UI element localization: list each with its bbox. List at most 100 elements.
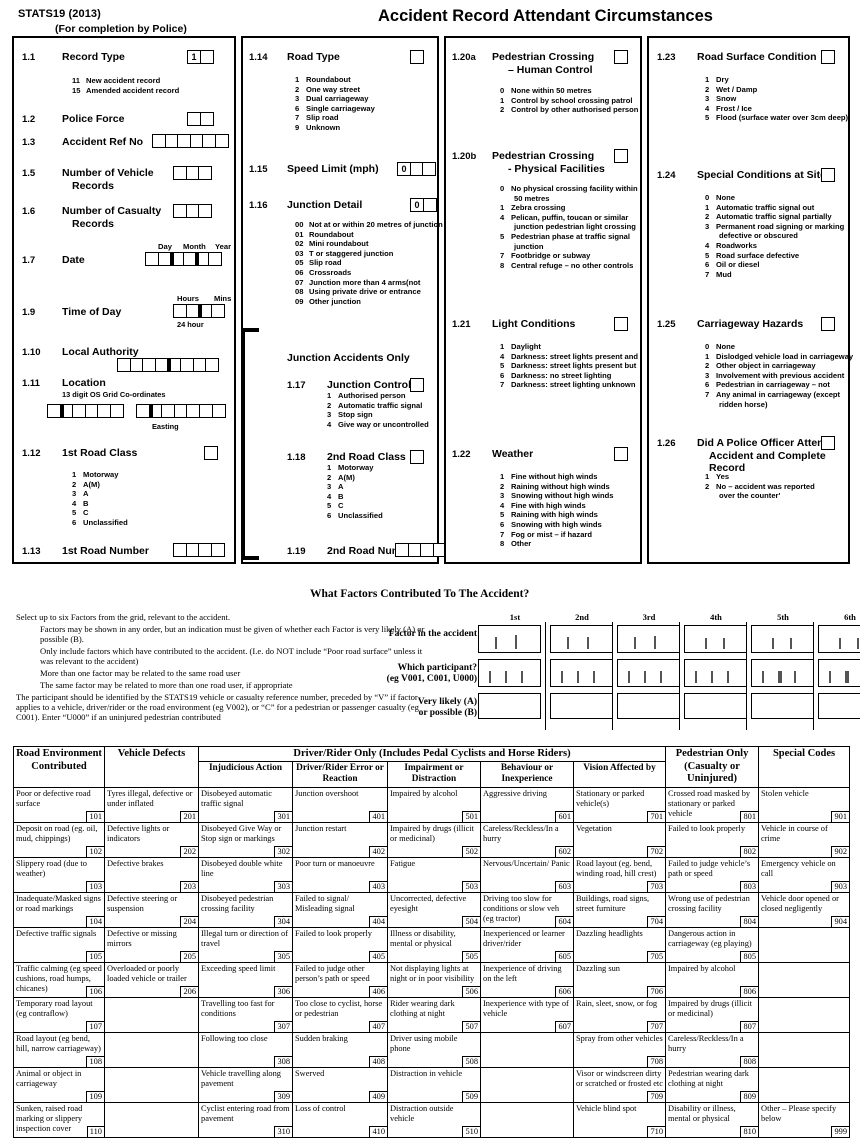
factor-cell[interactable]: Failed to signal/ Misleading signal 404 — [292, 891, 388, 928]
second-road-class-input[interactable] — [410, 450, 424, 464]
carriageway-hazards-input[interactable] — [821, 317, 835, 331]
factor-cell[interactable]: Defective steering or suspension 204 — [104, 891, 199, 928]
factor-cell[interactable]: Inexperienced or learner driver/rider 605 — [480, 926, 574, 963]
factor-cell[interactable]: Illegal turn or direction of travel 305 — [198, 926, 293, 963]
la-digit[interactable] — [205, 358, 220, 372]
accident-ref-input[interactable] — [152, 134, 230, 148]
participant-box-1[interactable] — [478, 659, 541, 687]
factor-cell[interactable]: Pedestrian wearing dark clothing at nigh… — [665, 1066, 760, 1103]
ped-crossing-physical-input[interactable] — [614, 149, 628, 163]
factor-cell[interactable] — [758, 1066, 851, 1103]
factor-cell[interactable]: Disobeyed pedestrian crossing facility 30… — [198, 891, 293, 928]
factor-cell[interactable] — [758, 926, 851, 963]
factor-cell[interactable]: Defective lights or indicators 202 — [104, 821, 199, 858]
loc-digit[interactable] — [110, 404, 125, 418]
factor-cell[interactable]: Vegetation 702 — [572, 821, 667, 858]
date-year-2[interactable] — [208, 252, 223, 266]
date-input[interactable] — [145, 252, 223, 266]
factor-cell[interactable]: Driving too slow for conditions or slow … — [480, 891, 574, 928]
factor-cell[interactable]: Driver using mobile phone 508 — [387, 1031, 481, 1068]
factor-cell[interactable] — [104, 1031, 199, 1068]
factor-cell[interactable] — [104, 1066, 199, 1103]
likelihood-box-5[interactable] — [751, 693, 814, 719]
special-conditions-input[interactable] — [821, 168, 835, 182]
factor-cell[interactable]: Deposit on road (eg. oil, mud, chippings… — [13, 821, 105, 858]
weather-input[interactable] — [614, 447, 628, 461]
road-surface-input[interactable] — [821, 50, 835, 64]
junction-detail-input[interactable]: 0 — [410, 198, 437, 212]
factor-cell[interactable]: Aggressive driving 601 — [480, 786, 574, 823]
factor-cell[interactable]: Buildings, road signs, street furniture 7… — [572, 891, 667, 928]
factor-cell[interactable]: Vehicle travelling along pavement 309 — [198, 1066, 293, 1103]
first-road-number-input[interactable] — [173, 543, 225, 557]
factor-cell[interactable]: Nervous/Uncertain/ Panic 603 — [480, 856, 574, 893]
factor-cell[interactable]: Impaired by alcohol 806 — [665, 961, 760, 998]
junction-control-input[interactable] — [410, 378, 424, 392]
factor-cell[interactable]: Junction overshoot 401 — [292, 786, 388, 823]
location-easting-input[interactable] — [136, 404, 226, 418]
factor-cell[interactable]: Rain, sleet, snow, or fog 707 — [572, 996, 667, 1033]
first-road-class-input[interactable] — [204, 446, 218, 460]
factor-cell[interactable]: Vehicle in course of crime 902 — [758, 821, 851, 858]
factor-cell[interactable]: Wrong use of pedestrian crossing facilit… — [665, 891, 760, 928]
factor-cell[interactable] — [758, 996, 851, 1033]
vehicle-records-input[interactable] — [173, 166, 213, 180]
factor-cell[interactable]: Failed to judge other person’s path or s… — [292, 961, 388, 998]
participant-box-4[interactable] — [684, 659, 747, 687]
factor-cell[interactable]: Failed to judge vehicle’s path or speed 8… — [665, 856, 760, 893]
factor-cell[interactable]: Loss of control 410 — [292, 1101, 388, 1138]
location-northing-input[interactable] — [47, 404, 125, 418]
factor-cell[interactable]: Impaired by drugs (illicit or medicinal)… — [387, 821, 481, 858]
factor-cell[interactable]: Road layout (eg. bend, winding road, hil… — [572, 856, 667, 893]
veh-digit[interactable] — [198, 166, 213, 180]
factor-cell[interactable]: Disability or illness, mental or physica… — [665, 1101, 760, 1138]
speed-limit-digit-3[interactable] — [422, 162, 437, 176]
factor-cell[interactable]: Tyres illegal, defective or under inflat… — [104, 786, 199, 823]
junction-detail-digit-2[interactable] — [422, 198, 437, 212]
factor-cell[interactable]: Illness or disability, mental or physica… — [387, 926, 481, 963]
factor-cell[interactable]: Careless/Reckless/In a hurry 808 — [665, 1031, 760, 1068]
light-conditions-input[interactable] — [614, 317, 628, 331]
participant-box-3[interactable] — [617, 659, 680, 687]
factor-box-2[interactable] — [550, 625, 613, 653]
factor-cell[interactable]: Sunken, raised road marking or slippery … — [13, 1101, 105, 1138]
factor-cell[interactable]: Poor turn or manoeuvre 403 — [292, 856, 388, 893]
factor-cell[interactable]: Travelling too fast for conditions 307 — [198, 996, 293, 1033]
factor-cell[interactable]: Traffic calming (eg speed cushions, road… — [13, 961, 105, 998]
factor-cell[interactable]: Spray from other vehicles 708 — [572, 1031, 667, 1068]
factor-cell[interactable]: Dangerous action in carriageway (eg play… — [665, 926, 760, 963]
factor-cell[interactable]: Vehicle door opened or closed negligentl… — [758, 891, 851, 928]
likelihood-box-6[interactable] — [818, 693, 860, 719]
likelihood-box-3[interactable] — [617, 693, 680, 719]
factor-cell[interactable]: Vehicle blind spot 710 — [572, 1101, 667, 1138]
factor-cell[interactable] — [758, 1031, 851, 1068]
factor-cell[interactable]: Swerved 409 — [292, 1066, 388, 1103]
factor-cell[interactable]: Uncorrected, defective eyesight 504 — [387, 891, 481, 928]
factor-cell[interactable]: Careless/Reckless/In a hurry 602 — [480, 821, 574, 858]
factor-cell[interactable]: Inexperience of driving on the left 606 — [480, 961, 574, 998]
time-input[interactable] — [173, 304, 225, 318]
likelihood-box-2[interactable] — [550, 693, 613, 719]
second-road-number-input[interactable] — [395, 543, 447, 557]
factor-cell[interactable]: Impaired by alcohol 501 — [387, 786, 481, 823]
factor-cell[interactable]: Overloaded or poorly loaded vehicle or t… — [104, 961, 199, 998]
likelihood-box-4[interactable] — [684, 693, 747, 719]
factor-cell[interactable]: Disobeyed double white line 303 — [198, 856, 293, 893]
factor-cell[interactable]: Fatigue 503 — [387, 856, 481, 893]
factor-cell[interactable] — [480, 1101, 574, 1138]
factor-cell[interactable]: Emergency vehicle on call 903 — [758, 856, 851, 893]
factor-cell[interactable]: Dazzling sun 706 — [572, 961, 667, 998]
factor-cell[interactable]: Other – Please specify below 999 — [758, 1101, 851, 1138]
factor-cell[interactable]: Stationary or parked vehicle(s) 701 — [572, 786, 667, 823]
factor-cell[interactable]: Rider wearing dark clothing at night 507 — [387, 996, 481, 1033]
factor-cell[interactable]: Following too close 308 — [198, 1031, 293, 1068]
factor-cell[interactable]: Impaired by drugs (illicit or medicinal)… — [665, 996, 760, 1033]
police-attend-input[interactable] — [821, 436, 835, 450]
participant-box-5[interactable] — [751, 659, 814, 687]
factor-box-4[interactable] — [684, 625, 747, 653]
casualty-records-input[interactable] — [173, 204, 213, 218]
factor-cell[interactable]: Failed to look properly 405 — [292, 926, 388, 963]
factor-box-5[interactable] — [751, 625, 814, 653]
participant-box-2[interactable] — [550, 659, 613, 687]
factor-cell[interactable]: Disobeyed automatic traffic signal 301 — [198, 786, 293, 823]
